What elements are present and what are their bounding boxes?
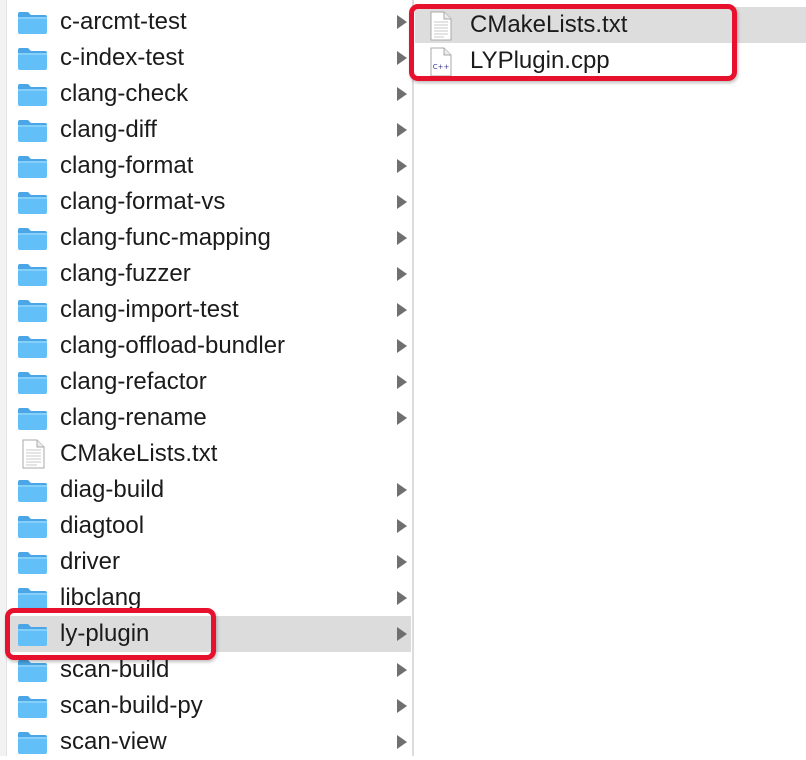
list-item-clang-refactor[interactable]: clang-refactor (7, 364, 411, 400)
item-label: c-index-test (60, 44, 185, 71)
folder-icon (18, 300, 47, 322)
list-item-clang-fuzzer[interactable]: clang-fuzzer (7, 256, 411, 292)
folder-column-ly-plugin: CMakeLists.txt C++ LYPlugin.cpp (415, 7, 806, 79)
chevron-right-icon (397, 267, 407, 281)
chevron-right-icon (397, 303, 407, 317)
list-item-cmakelists-txt[interactable]: CMakeLists.txt (415, 7, 806, 43)
column-divider[interactable] (412, 0, 414, 756)
item-label: LYPlugin.cpp (470, 47, 610, 74)
folder-icon (18, 552, 47, 574)
list-item-clang-offload-bundler[interactable]: clang-offload-bundler (7, 328, 411, 364)
item-label: driver (60, 548, 121, 575)
chevron-right-icon (397, 87, 407, 101)
folder-icon (18, 264, 47, 286)
text-file-icon (22, 439, 45, 469)
folder-icon (18, 624, 47, 646)
item-label: scan-view (60, 728, 167, 755)
item-label: CMakeLists.txt (470, 11, 628, 38)
list-item-clang-diff[interactable]: clang-diff (7, 112, 411, 148)
folder-icon (18, 120, 47, 142)
chevron-right-icon (397, 555, 407, 569)
item-label: clang-fuzzer (60, 260, 191, 287)
folder-icon (18, 408, 47, 430)
cpp-icon-text: C++ (433, 63, 450, 71)
chevron-right-icon (397, 339, 407, 353)
list-item-scan-build[interactable]: scan-build (7, 652, 411, 688)
list-item-clang-rename[interactable]: clang-rename (7, 400, 411, 436)
chevron-right-icon (397, 159, 407, 173)
chevron-right-icon (397, 195, 407, 209)
list-item-clang-format[interactable]: clang-format (7, 148, 411, 184)
chevron-right-icon (397, 519, 407, 533)
item-label: c-arcmt-test (60, 8, 187, 35)
chevron-right-icon (397, 51, 407, 65)
chevron-right-icon (397, 627, 407, 641)
item-label: clang-refactor (60, 368, 207, 395)
item-label: clang-format-vs (60, 188, 226, 215)
chevron-right-icon (397, 231, 407, 245)
folder-icon (18, 696, 47, 718)
folder-icon (18, 660, 47, 682)
folder-icon (18, 48, 47, 70)
folder-icon (18, 84, 47, 106)
list-item-ly-plugin[interactable]: ly-plugin (7, 616, 411, 652)
item-label: clang-import-test (60, 296, 239, 323)
chevron-right-icon (397, 483, 407, 497)
list-item-cmakelists-txt[interactable]: CMakeLists.txt (7, 436, 411, 472)
list-item-diagtool[interactable]: diagtool (7, 508, 411, 544)
list-item-scan-view[interactable]: scan-view (7, 724, 411, 760)
folder-icon (18, 480, 47, 502)
item-label: ly-plugin (60, 620, 150, 647)
item-label: libclang (60, 584, 142, 611)
folder-icon (18, 516, 47, 538)
chevron-right-icon (397, 591, 407, 605)
folder-icon (18, 192, 47, 214)
list-item-libclang[interactable]: libclang (7, 580, 411, 616)
folder-icon (18, 156, 47, 178)
chevron-right-icon (397, 699, 407, 713)
folder-icon (18, 228, 47, 250)
item-label: clang-rename (60, 404, 207, 431)
folder-icon (18, 12, 47, 34)
item-label: scan-build (60, 656, 170, 683)
item-label: diag-build (60, 476, 165, 503)
window-edge (0, 0, 7, 756)
item-label: clang-offload-bundler (60, 332, 286, 359)
list-item-clang-check[interactable]: clang-check (7, 76, 411, 112)
chevron-right-icon (397, 663, 407, 677)
item-label: clang-format (60, 152, 194, 179)
item-label: CMakeLists.txt (60, 440, 218, 467)
chevron-right-icon (397, 123, 407, 137)
folder-icon (18, 372, 47, 394)
list-item-driver[interactable]: driver (7, 544, 411, 580)
list-item-clang-import-test[interactable]: clang-import-test (7, 292, 411, 328)
list-item-clang-func-mapping[interactable]: clang-func-mapping (7, 220, 411, 256)
list-item-c-arcmt-test[interactable]: c-arcmt-test (7, 4, 411, 40)
chevron-right-icon (397, 15, 407, 29)
chevron-right-icon (397, 411, 407, 425)
list-item-scan-build-py[interactable]: scan-build-py (7, 688, 411, 724)
chevron-right-icon (397, 375, 407, 389)
folder-icon (18, 588, 47, 610)
text-file-icon (430, 11, 452, 41)
item-label: clang-diff (60, 116, 157, 143)
folder-icon (18, 732, 47, 754)
list-item-diag-build[interactable]: diag-build (7, 472, 411, 508)
list-item-clang-format-vs[interactable]: clang-format-vs (7, 184, 411, 220)
list-item-lyplugin-cpp[interactable]: C++ LYPlugin.cpp (415, 43, 806, 79)
item-label: clang-func-mapping (60, 224, 271, 251)
item-label: clang-check (60, 80, 189, 107)
folder-icon (18, 336, 47, 358)
item-label: scan-build-py (60, 692, 203, 719)
chevron-right-icon (397, 735, 407, 749)
cpp-file-icon: C++ (430, 47, 452, 77)
list-item-c-index-test[interactable]: c-index-test (7, 40, 411, 76)
folder-column-clang-tools: c-arcmt-test c-index-test clang-check cl… (7, 4, 411, 760)
item-label: diagtool (60, 512, 145, 539)
